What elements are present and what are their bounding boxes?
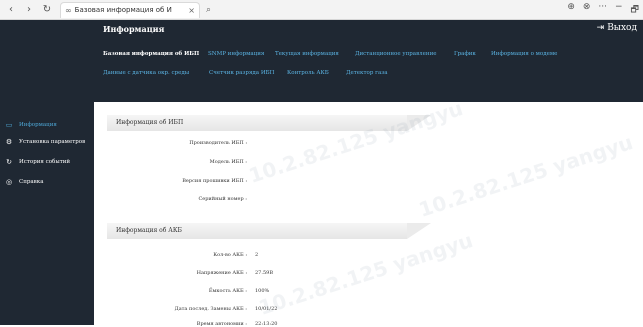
tab-discharge-counter[interactable]: Счетчик разряда ИБП (209, 66, 274, 80)
tab-remote-control[interactable]: Дистанционное управление (355, 47, 437, 61)
field-label: Ёмкость АКБ : (208, 288, 247, 294)
field-label: Напряжение АКБ : (196, 270, 247, 276)
tab-gas-detector[interactable]: Детектор газа (346, 66, 388, 80)
sidebar-item-label: История событий (19, 159, 71, 165)
field-value: 10/01/22 (255, 306, 278, 312)
tab-env-sensor[interactable]: Данные с датчика окр. среды (103, 66, 189, 80)
subnav-row-2: Данные с датчика окр. среды Счетчик разр… (94, 66, 643, 80)
tab-basic-ups-info[interactable]: Базовая информация об ИБП (103, 47, 199, 61)
field-value: 100% (255, 288, 270, 294)
page-title: Информация (103, 24, 165, 34)
window-controls: ⊕ ⊗ ··· − 🗗 (567, 2, 639, 18)
sidebar-item-label: Информация (19, 122, 57, 128)
header-decoration (407, 223, 431, 239)
sidebar-item-help[interactable]: ◎ Справка (0, 175, 94, 189)
browser-toolbar: ‹ › ↻ ∞ Базовая информация об И × ⌕ ⊕ ⊗ … (0, 0, 643, 20)
app-header: Информация ⇥ Выход (0, 20, 643, 39)
sidebar-item-label: Установка параметров (19, 139, 86, 145)
field-label: Дата послед. Замены АКБ : (174, 306, 247, 312)
sidebar-item-label: Справка (19, 179, 44, 185)
field-label: Модель ИБП : (209, 159, 247, 165)
restore-icon[interactable]: 🗗 (631, 2, 639, 18)
sidebar-item-information[interactable]: ▭ Информация (0, 118, 94, 132)
field-label: Версия прошивки ИБП : (182, 178, 247, 184)
link-icon: ∞ (65, 5, 72, 15)
search-icon[interactable]: ⌕ (206, 5, 211, 15)
tab-modem-info[interactable]: Информация о модеме (491, 47, 557, 61)
back-icon[interactable]: ‹ (4, 3, 18, 17)
main-content: Информация об ИБП Производитель ИБП : Мо… (94, 96, 643, 327)
tab-battery-control[interactable]: Контроль АКБ (287, 66, 329, 80)
browser-tab[interactable]: ∞ Базовая информация об И × (60, 1, 200, 18)
field-label: Время автономии : (196, 321, 247, 327)
section-title: Информация об ИБП (116, 119, 184, 126)
close-icon[interactable]: × (188, 6, 195, 15)
logout-icon: ⇥ (596, 23, 605, 33)
sidebar: ▭ Информация ⚙ Установка параметров ↻ Ис… (0, 39, 94, 325)
tab-graph[interactable]: График (454, 47, 476, 61)
subnav-row-1: Базовая информация об ИБП SNMP информаци… (94, 47, 643, 61)
logout-button[interactable]: ⇥ Выход (597, 23, 637, 33)
tab-snmp-info[interactable]: SNMP информация (208, 47, 264, 61)
watermark: 10.2.82.125 yangyu (255, 228, 476, 320)
field-value: 27.59В (255, 270, 273, 276)
extensions-icon[interactable]: ⊗ (583, 2, 591, 18)
tab-title: Базовая информация об И (74, 6, 172, 14)
logout-label: Выход (607, 23, 637, 33)
header-decoration (407, 115, 431, 131)
help-icon: ◎ (5, 178, 13, 186)
menu-icon[interactable]: ··· (598, 2, 607, 18)
field-label: Серийный номер : (198, 196, 247, 202)
sidebar-item-settings[interactable]: ⚙ Установка параметров (0, 135, 94, 149)
sidebar-item-event-history[interactable]: ↻ История событий (0, 155, 94, 169)
sub-navigation: Базовая информация об ИБП SNMP информаци… (94, 39, 643, 102)
watermark: 10.2.82.125 yangyu (415, 130, 636, 222)
tab-current-info[interactable]: Текущая информация (275, 47, 339, 61)
battery-info-header: Информация об АКБ (107, 223, 431, 239)
watermark: 10.2.82.125 yangyu (245, 96, 466, 188)
field-value: 22:13:20 (255, 321, 278, 327)
field-value: 2 (255, 252, 259, 258)
gear-icon: ⚙ (5, 138, 13, 146)
forward-icon[interactable]: › (22, 3, 36, 17)
history-icon: ↻ (6, 158, 12, 166)
field-label: Производитель ИБП : (189, 140, 247, 146)
ups-info-header: Информация об ИБП (107, 115, 431, 131)
field-label: Кол-во АКБ : (213, 252, 247, 258)
section-title: Информация об АКБ (116, 227, 182, 234)
monitor-icon: ▭ (5, 121, 13, 129)
download-icon[interactable]: ⊕ (567, 2, 575, 18)
minimize-icon[interactable]: − (615, 2, 623, 18)
refresh-icon[interactable]: ↻ (40, 3, 54, 17)
